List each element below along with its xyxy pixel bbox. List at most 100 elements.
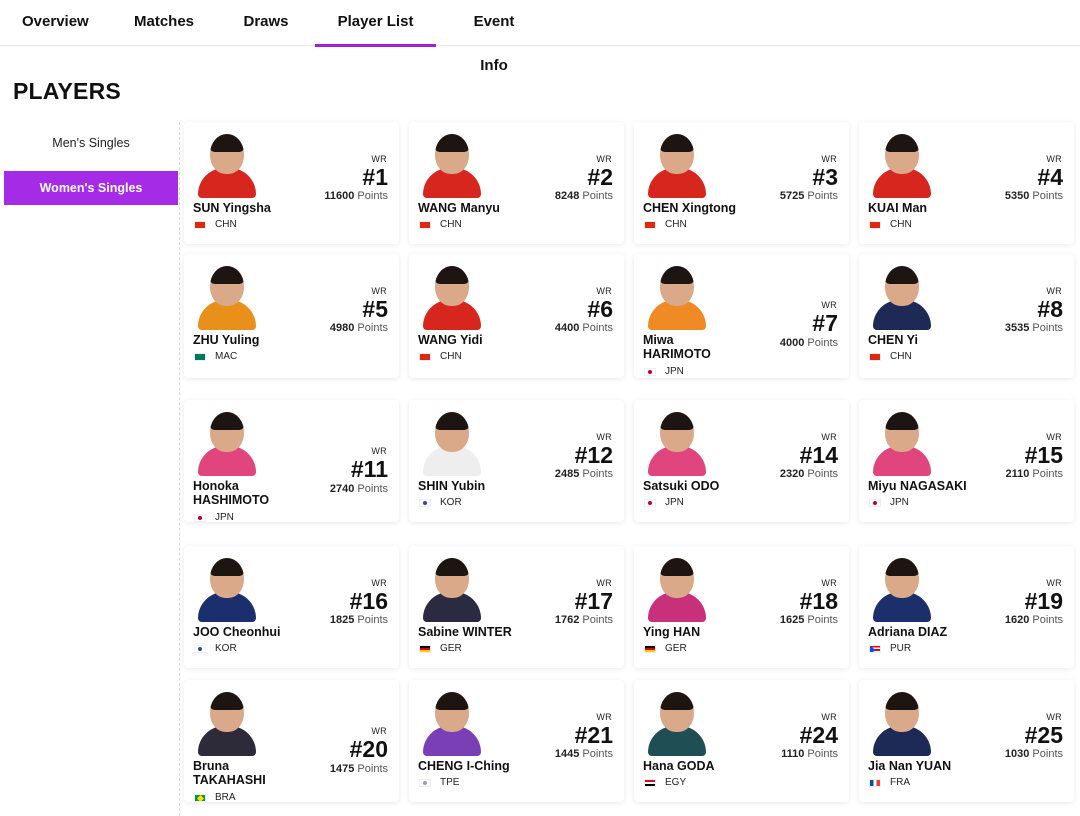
player-card[interactable]: WR #25 1030 Points Jia Nan YUAN FRA	[859, 680, 1074, 802]
player-card[interactable]: WR #8 3535 Points CHEN Yi CHN	[859, 254, 1074, 378]
points-value: 3535	[1004, 322, 1030, 334]
player-name-line-1: Hana GODA	[643, 759, 715, 773]
country-code: CHN	[890, 219, 912, 230]
country-code: KOR	[215, 643, 237, 654]
player-name-line-1: JOO Cheonhui	[193, 625, 281, 639]
ranking-points: 3535 Points	[1005, 322, 1063, 334]
event-tabs: Overview Matches Draws Player List Event…	[0, 0, 1080, 74]
world-ranking: #21	[574, 722, 613, 748]
points-value: 1825	[329, 614, 355, 626]
player-name-line-1: Ying HAN	[643, 625, 701, 639]
player-name: Miwa HARIMOTO	[643, 333, 711, 361]
points-label: Points	[582, 614, 613, 626]
player-name-line-1: KUAI Man	[868, 201, 928, 215]
points-label: Points	[582, 190, 613, 202]
player-card[interactable]: WR #1 11600 Points SUN Yingsha CHN	[184, 122, 399, 244]
player-name: Ying HAN	[643, 625, 700, 639]
tab-overview[interactable]: Overview	[22, 0, 89, 46]
player-name: Bruna TAKAHASHI	[193, 759, 266, 787]
player-card[interactable]: WR #19 1620 Points Adriana DIAZ PUR	[859, 546, 1074, 668]
player-photo	[873, 266, 931, 330]
player-card[interactable]: WR #16 1825 Points JOO Cheonhui KOR	[184, 546, 399, 668]
ranking-points: 2320 Points	[780, 468, 838, 480]
ranking-points: 1110 Points	[781, 748, 838, 760]
player-name: CHEN Yi	[868, 333, 918, 347]
ranking-points: 1445 Points	[555, 748, 613, 760]
points-label: Points	[357, 483, 388, 495]
player-name: Jia Nan YUAN	[868, 759, 951, 773]
player-name: SHIN Yubin	[418, 479, 485, 493]
player-card[interactable]: WR #21 1445 Points CHENG I-Ching TPE	[409, 680, 624, 802]
country-flag-icon	[194, 220, 206, 229]
player-name-line-1: Satsuki ODO	[643, 479, 720, 493]
player-photo	[423, 266, 481, 330]
player-country: MAC	[194, 351, 237, 362]
player-photo	[198, 412, 256, 476]
player-card[interactable]: WR #14 2320 Points Satsuki ODO JPN	[634, 400, 849, 522]
tab-event-info[interactable]: Event Info	[458, 0, 530, 74]
world-ranking: #14	[799, 442, 838, 468]
player-card[interactable]: WR #7 4000 Points Miwa HARIMOTO JPN	[634, 254, 849, 378]
player-photo	[198, 692, 256, 756]
player-photo	[423, 692, 481, 756]
tab-player-list[interactable]: Player List	[315, 0, 436, 47]
player-photo	[648, 134, 706, 198]
country-flag-icon	[194, 644, 206, 653]
player-card[interactable]: WR #12 2485 Points SHIN Yubin KOR	[409, 400, 624, 522]
points-label: Points	[807, 337, 838, 349]
player-name-line-1: SUN Yingsha	[193, 201, 271, 215]
player-photo	[423, 558, 481, 622]
country-flag-icon	[869, 498, 881, 507]
sidebar-item-womens-singles[interactable]: Women's Singles	[4, 171, 178, 205]
player-photo	[198, 558, 256, 622]
player-name: Hana GODA	[643, 759, 715, 773]
player-name-line-1: SHIN Yubin	[418, 479, 486, 493]
points-value: 1445	[554, 748, 580, 760]
player-photo	[423, 412, 481, 476]
player-country: EGY	[644, 777, 686, 788]
player-card[interactable]: WR #3 5725 Points CHEN Xingtong CHN	[634, 122, 849, 244]
player-country: CHN	[419, 351, 462, 362]
player-card[interactable]: WR #2 8248 Points WANG Manyu CHN	[409, 122, 624, 244]
points-value: 1110	[781, 748, 805, 760]
world-ranking-label: WR	[371, 154, 387, 164]
player-name: WANG Yidi	[418, 333, 483, 347]
player-country: CHN	[194, 219, 237, 230]
sidebar-item-mens-singles[interactable]: Men's Singles	[4, 126, 178, 160]
player-name: JOO Cheonhui	[193, 625, 281, 639]
ranking-points: 8248 Points	[555, 190, 613, 202]
player-card[interactable]: WR #18 1625 Points Ying HAN GER	[634, 546, 849, 668]
points-value: 2320	[779, 468, 805, 480]
ranking-points: 11600 Points	[324, 190, 388, 202]
ranking-points: 1475 Points	[330, 763, 388, 775]
player-card[interactable]: WR #17 1762 Points Sabine WINTER GER	[409, 546, 624, 668]
points-value: 5350	[1004, 190, 1030, 202]
player-name-line-1: Adriana DIAZ	[868, 625, 948, 639]
ranking-points: 1825 Points	[330, 614, 388, 626]
player-card[interactable]: WR #24 1110 Points Hana GODA EGY	[634, 680, 849, 802]
player-name: Adriana DIAZ	[868, 625, 947, 639]
ranking-points: 4400 Points	[555, 322, 613, 334]
points-value: 2110	[1005, 468, 1030, 480]
country-flag-icon	[419, 220, 431, 229]
player-card[interactable]: WR #20 1475 Points Bruna TAKAHASHI BRA	[184, 680, 399, 802]
player-card[interactable]: WR #4 5350 Points KUAI Man CHN	[859, 122, 1074, 244]
player-country: CHN	[419, 219, 462, 230]
country-flag-icon	[644, 498, 656, 507]
player-card[interactable]: WR #6 4400 Points WANG Yidi CHN	[409, 254, 624, 378]
tab-matches[interactable]: Matches	[133, 0, 195, 46]
player-country: JPN	[869, 497, 909, 508]
world-ranking-label: WR	[371, 578, 387, 588]
player-card[interactable]: WR #11 2740 Points Honoka HASHIMOTO JPN	[184, 400, 399, 522]
player-name-line-1: WANG Yidi	[418, 333, 483, 347]
ranking-points: 4000 Points	[780, 337, 838, 349]
player-card[interactable]: WR #15 2110 Points Miyu NAGASAKI JPN	[859, 400, 1074, 522]
world-ranking: #11	[350, 456, 388, 482]
player-card[interactable]: WR #5 4980 Points ZHU Yuling MAC	[184, 254, 399, 378]
world-ranking-label: WR	[596, 286, 612, 296]
world-ranking: #17	[574, 588, 613, 614]
country-flag-icon	[194, 513, 206, 522]
tab-draws[interactable]: Draws	[243, 0, 289, 46]
ranking-points: 2740 Points	[330, 483, 388, 495]
player-name: WANG Manyu	[418, 201, 500, 215]
